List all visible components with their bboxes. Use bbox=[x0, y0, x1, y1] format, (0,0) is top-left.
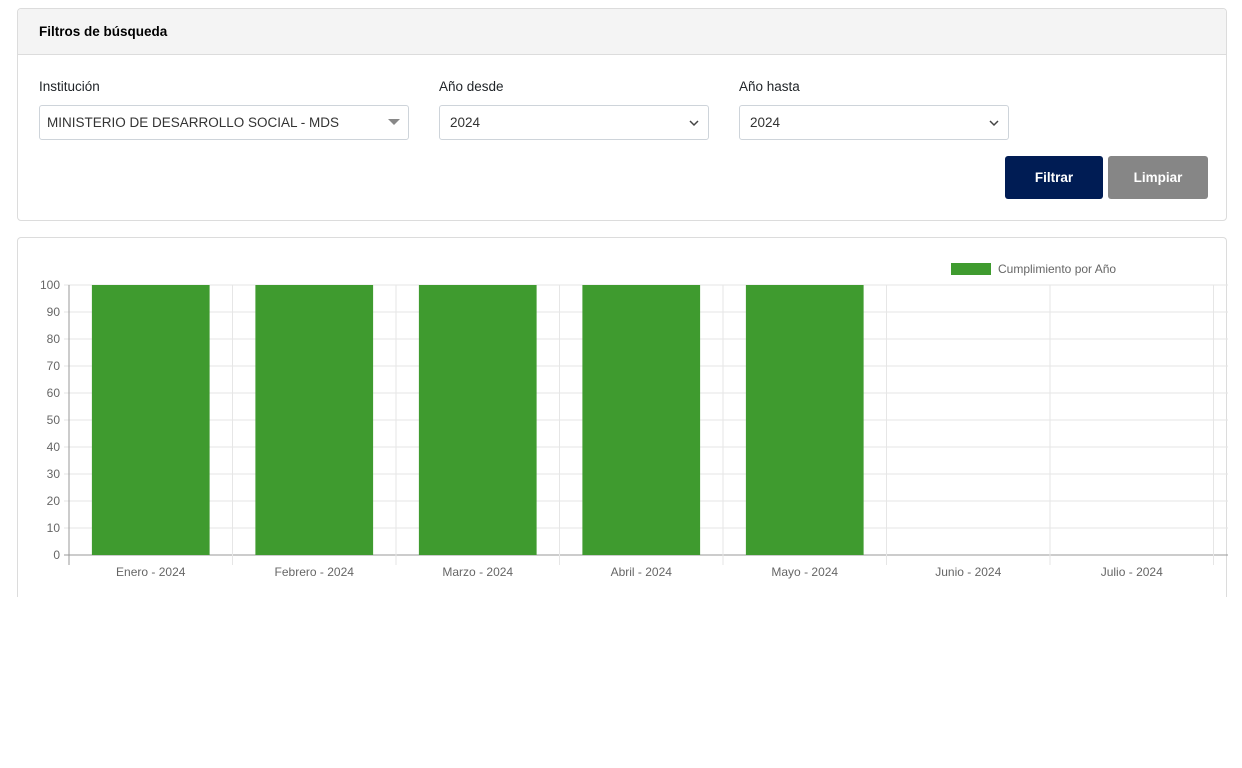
y-tick-label: 40 bbox=[47, 440, 61, 454]
chevron-down-icon bbox=[988, 117, 1000, 129]
y-tick-label: 10 bbox=[47, 521, 61, 535]
year-to-field: Año hasta 2024 bbox=[739, 79, 1009, 140]
filter-button[interactable]: Filtrar bbox=[1005, 156, 1103, 199]
y-tick-label: 30 bbox=[47, 467, 61, 481]
filters-title: Filtros de búsqueda bbox=[39, 24, 168, 39]
year-from-field: Año desde 2024 bbox=[439, 79, 709, 140]
year-from-value: 2024 bbox=[450, 115, 481, 130]
chevron-down-icon bbox=[688, 117, 700, 129]
filters-card-header: Filtros de búsqueda bbox=[18, 9, 1226, 55]
y-tick-label: 20 bbox=[47, 494, 61, 508]
chart-bar bbox=[745, 285, 864, 555]
chart-bar bbox=[418, 285, 537, 555]
y-tick-label: 50 bbox=[47, 413, 61, 427]
institution-field: Institución MINISTERIO DE DESARROLLO SOC… bbox=[39, 79, 409, 140]
y-tick-label: 60 bbox=[47, 386, 61, 400]
x-tick-label: Julio - 2024 bbox=[1101, 565, 1163, 579]
institution-value: MINISTERIO DE DESARROLLO SOCIAL - MDS bbox=[47, 115, 340, 130]
compliance-bar-chart: 0 10 20 30 40 50 60 70 80 90 100 Enero - 2024 Febrer… bbox=[40, 262, 1228, 579]
chart-card: 0 10 20 30 40 50 60 70 80 90 100 Enero - 2024 Febrer… bbox=[17, 237, 1228, 597]
year-from-select[interactable]: 2024 bbox=[439, 105, 709, 140]
year-to-label: Año hasta bbox=[739, 79, 800, 94]
year-from-label: Año desde bbox=[439, 79, 504, 94]
y-tick-label: 100 bbox=[40, 278, 60, 292]
caret-down-icon bbox=[388, 117, 400, 129]
institution-select[interactable]: MINISTERIO DE DESARROLLO SOCIAL - MDS bbox=[39, 105, 409, 140]
x-tick-label: Mayo - 2024 bbox=[771, 565, 838, 579]
x-tick-label: Abril - 2024 bbox=[611, 565, 673, 579]
y-tick-label: 80 bbox=[47, 332, 61, 346]
legend-label: Cumplimiento por Año bbox=[998, 262, 1116, 276]
x-tick-label: Marzo - 2024 bbox=[442, 565, 513, 579]
chart-bar bbox=[582, 285, 701, 555]
x-tick-label: Febrero - 2024 bbox=[275, 565, 355, 579]
y-tick-label: 70 bbox=[47, 359, 61, 373]
y-tick-label: 0 bbox=[53, 548, 60, 562]
x-tick-label: Junio - 2024 bbox=[935, 565, 1001, 579]
y-tick-label: 90 bbox=[47, 305, 61, 319]
year-to-value: 2024 bbox=[750, 115, 781, 130]
legend-swatch bbox=[951, 263, 991, 275]
x-tick-label: Enero - 2024 bbox=[116, 565, 186, 579]
clear-button[interactable]: Limpiar bbox=[1108, 156, 1208, 199]
search-filters-card: Filtros de búsqueda Institución MINISTER… bbox=[17, 8, 1227, 221]
chart-bar bbox=[91, 285, 210, 555]
year-to-select[interactable]: 2024 bbox=[739, 105, 1009, 140]
institution-label: Institución bbox=[39, 79, 100, 94]
chart-bar bbox=[255, 285, 374, 555]
